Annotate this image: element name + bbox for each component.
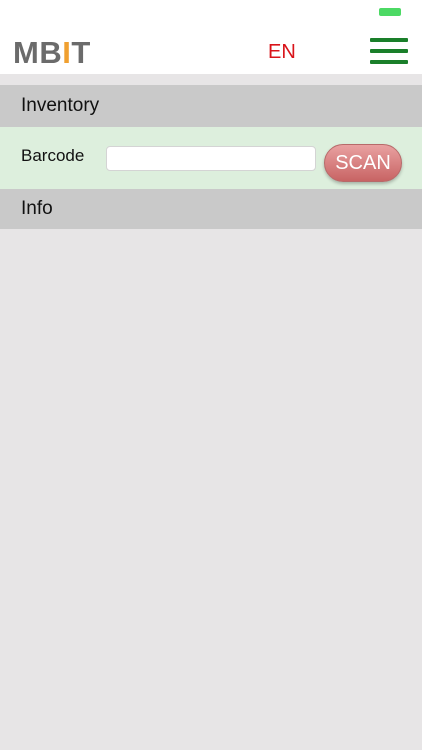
info-section-header[interactable]: Info xyxy=(0,189,422,229)
menu-bar xyxy=(370,60,408,64)
app-header: MBIT EN xyxy=(0,26,422,74)
hamburger-menu-icon[interactable] xyxy=(370,38,408,66)
language-switcher[interactable]: EN xyxy=(268,40,296,64)
barcode-row: Barcode SCAN xyxy=(0,127,422,189)
info-title: Info xyxy=(21,198,53,219)
menu-bar xyxy=(370,38,408,42)
barcode-label: Barcode xyxy=(21,146,85,165)
status-bar xyxy=(0,0,422,26)
menu-bar xyxy=(370,49,408,53)
inventory-section-header[interactable]: Inventory xyxy=(0,85,422,127)
logo-suffix: T xyxy=(71,35,91,70)
logo-accent: I xyxy=(62,35,72,70)
barcode-input[interactable] xyxy=(106,146,316,171)
battery-icon xyxy=(379,8,401,16)
logo-prefix: MB xyxy=(13,35,63,70)
inventory-title: Inventory xyxy=(21,95,100,116)
scan-button[interactable]: SCAN xyxy=(324,144,402,182)
app-logo: MBIT xyxy=(13,36,91,70)
